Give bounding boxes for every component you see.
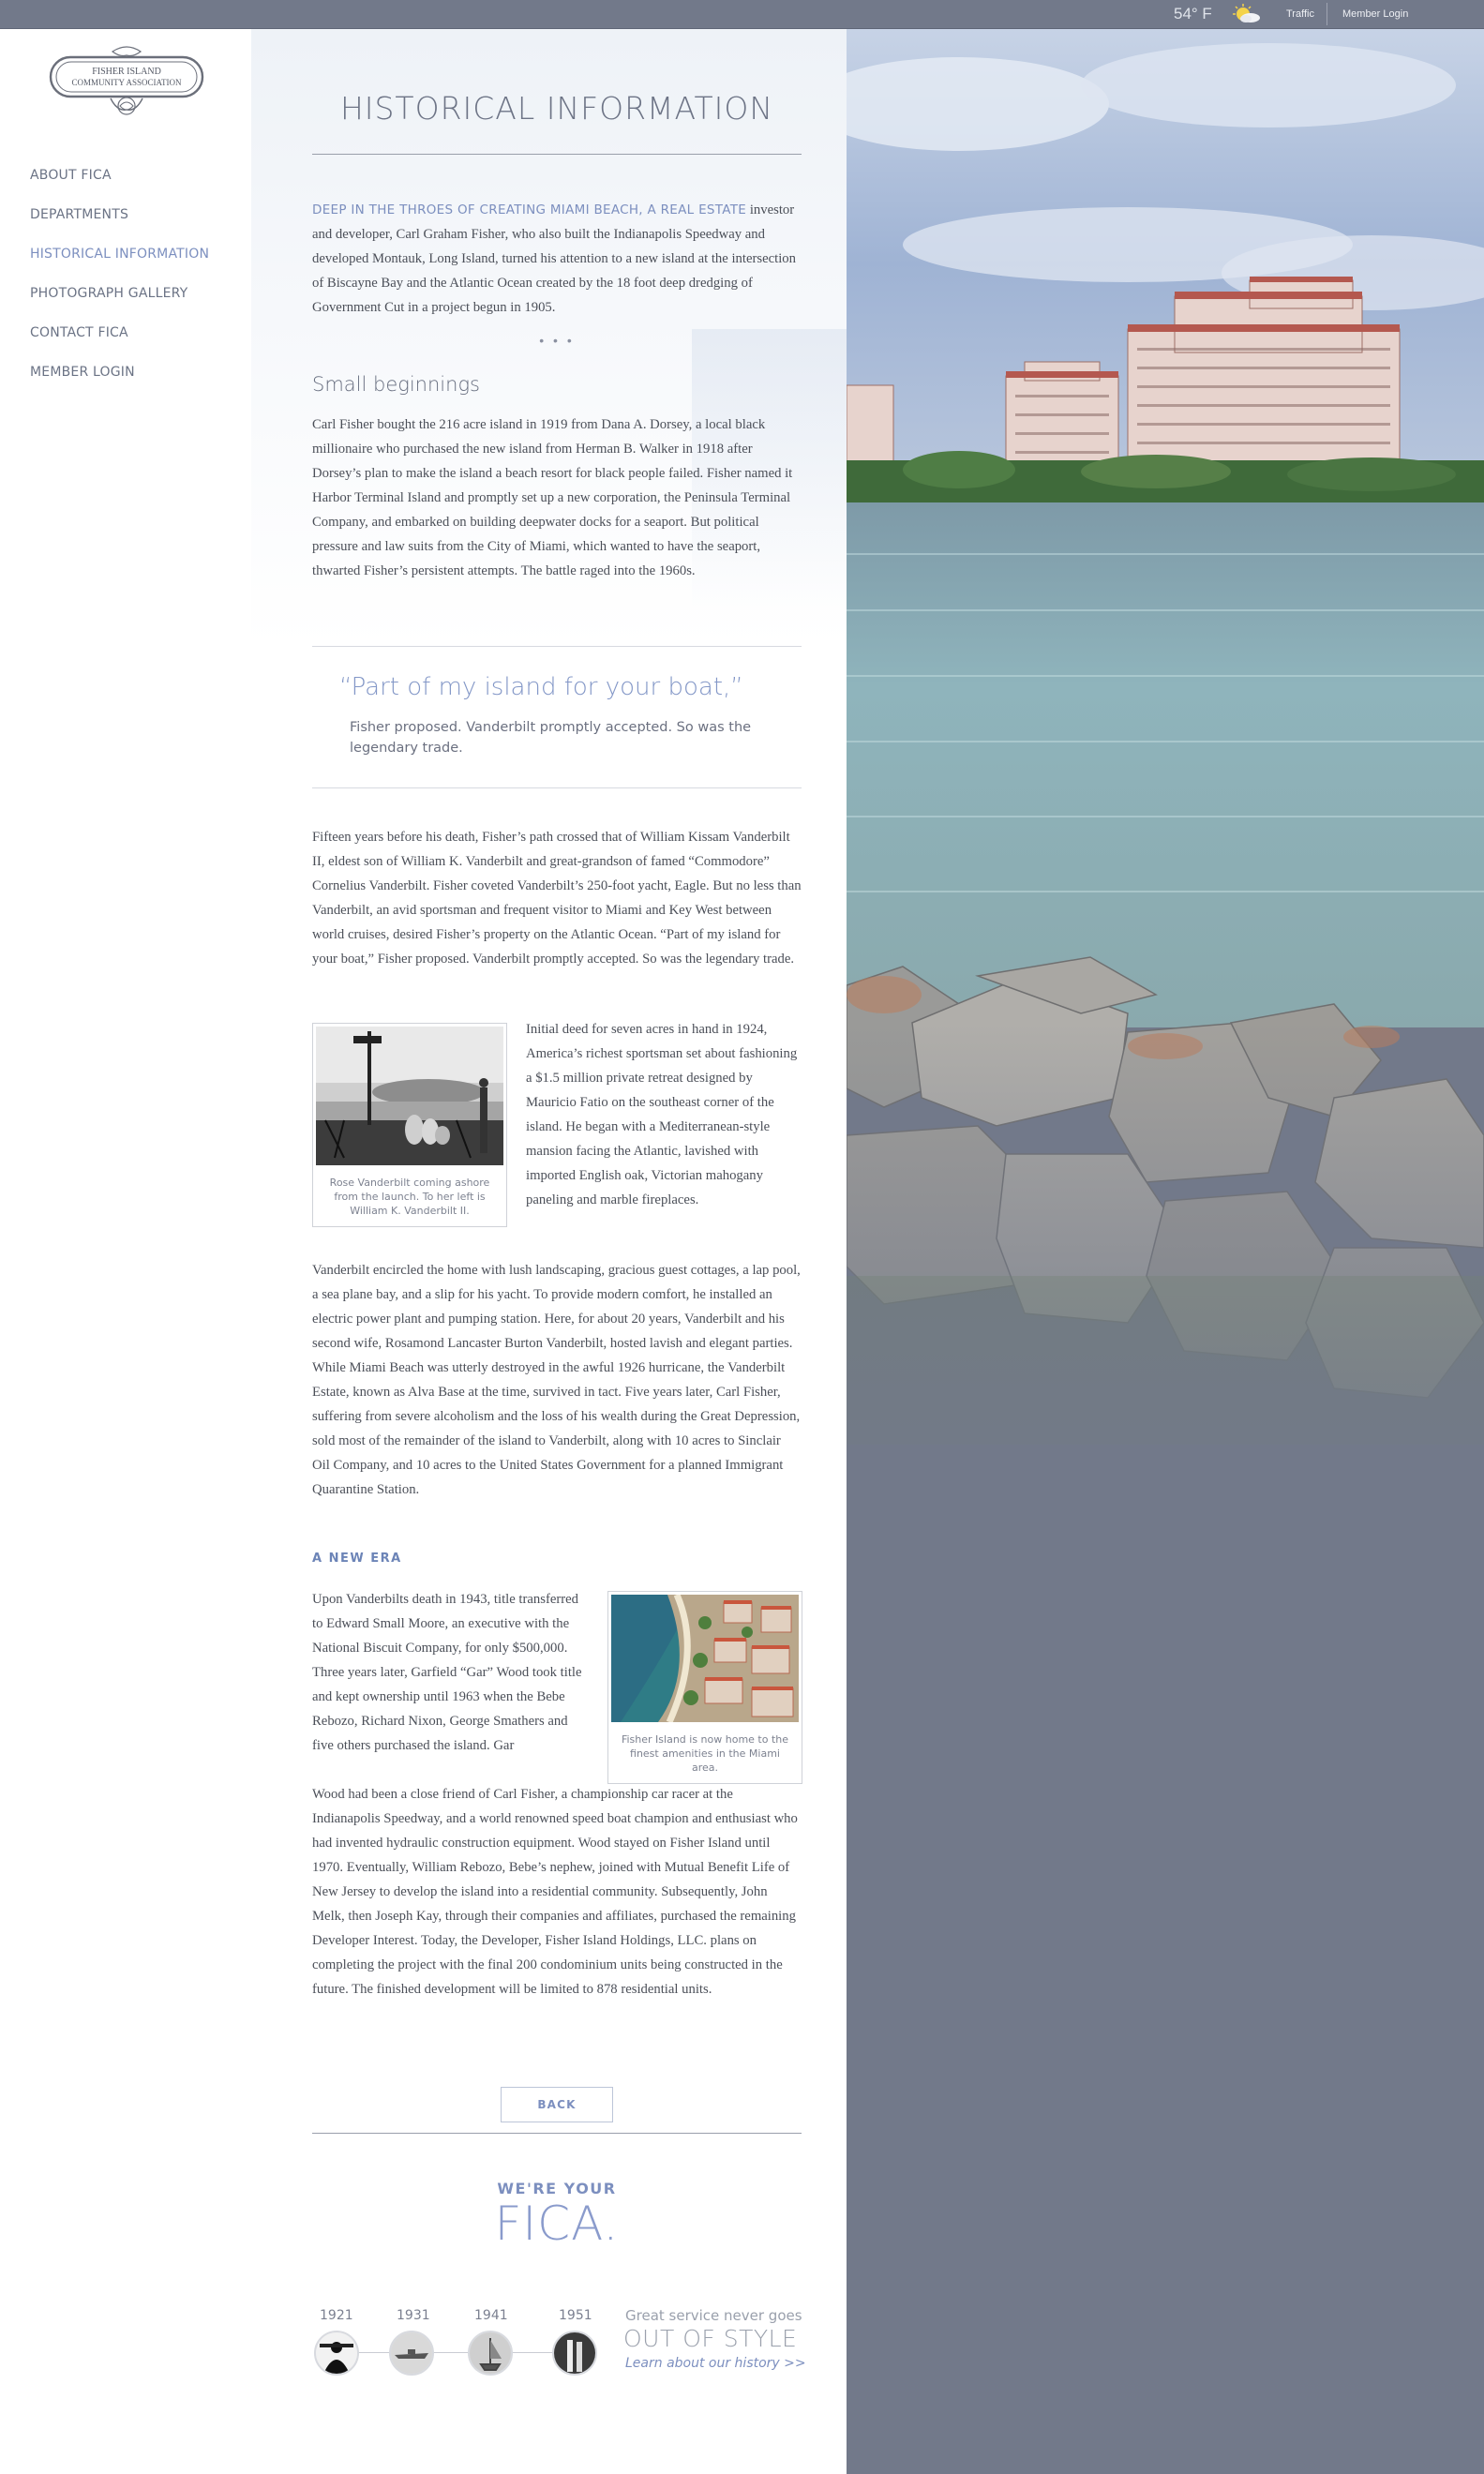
nav-item-member-login[interactable]: MEMBER LOGIN (30, 352, 209, 392)
timeline-photo-1941[interactable] (468, 2331, 513, 2376)
intro-paragraph: DEEP IN THE THROES OF CREATING MIAMI BEA… (312, 198, 802, 320)
footer-divider (312, 2133, 802, 2134)
logo-line2: COMMUNITY ASSOCIATION (72, 78, 182, 87)
sidebar: FISHER ISLAND COMMUNITY ASSOCIATION ABOU… (0, 29, 251, 2474)
pull-quote-subtext: Fisher proposed. Vanderbilt promptly acc… (350, 720, 752, 756)
were-your-heading: WE'RE YOUR (497, 2180, 617, 2197)
section-small-beginnings-title: Small beginnings (312, 373, 480, 396)
intro-lead-caps: DEEP IN THE THROES OF CREATING MIAMI BEA… (312, 202, 747, 217)
intro-text: investor and developer, Carl Graham Fish… (312, 202, 796, 315)
top-bar: 54° F Traffic Member Login (0, 0, 1484, 29)
nav-item-historical[interactable]: HISTORICAL INFORMATION (30, 234, 209, 274)
figure-rose-vanderbilt: Rose Vanderbilt coming ashore from the l… (312, 1023, 507, 1227)
nav-item-contact[interactable]: CONTACT FICA (30, 313, 209, 352)
nav-item-departments[interactable]: DEPARTMENTS (30, 195, 209, 234)
rose-vanderbilt-photo[interactable] (316, 1027, 503, 1165)
timeline-photo-1921[interactable] (314, 2331, 359, 2376)
temperature: 54° F (1174, 5, 1212, 22)
new-era-paragraph-part1: Upon Vanderbilts death in 1943, title tr… (312, 1592, 582, 1753)
figure-rose-vanderbilt-caption: Rose Vanderbilt coming ashore from the l… (329, 1177, 490, 1217)
figure-fisher-island-aerial: Fisher Island is now home to the finest … (607, 1591, 802, 1784)
out-of-style-text: OUT OF STYLE (623, 2325, 798, 2352)
title-divider (312, 154, 802, 155)
vanderbilt-estate-paragraph: Vanderbilt encircled the home with lush … (312, 1263, 801, 1497)
quote-top-divider (312, 646, 802, 647)
figure-fisher-island-caption: Fisher Island is now home to the finest … (621, 1733, 789, 1774)
nav-item-about[interactable]: ABOUT FICA (30, 156, 209, 195)
section-new-era-title: A NEW ERA (312, 1552, 402, 1566)
page-title: HISTORICAL INFORMATION (339, 90, 774, 127)
timeline-photo-1951[interactable] (552, 2331, 597, 2376)
nav-item-gallery[interactable]: PHOTOGRAPH GALLERY (30, 274, 209, 313)
vanderbilt-paragraph: Fifteen years before his death, Fisher’s… (312, 830, 802, 967)
quote-bottom-divider (312, 787, 802, 788)
timeline-line (340, 2352, 584, 2353)
great-service-text: Great service never goes (625, 2307, 802, 2324)
hero-photo (847, 29, 1484, 2474)
back-button[interactable]: BACK (501, 2087, 613, 2122)
fica-heading: FICA. (494, 2197, 620, 2251)
member-login-link[interactable]: Member Login (1342, 7, 1408, 22)
timeline-photo-1931[interactable] (389, 2331, 434, 2376)
timeline-year-1941: 1941 (474, 2308, 508, 2323)
learn-history-link[interactable]: Learn about our history >> (625, 2356, 806, 2371)
timeline-year-1951: 1951 (559, 2308, 592, 2323)
traffic-link[interactable]: Traffic (1286, 7, 1314, 22)
section-dots: • • • (539, 333, 575, 348)
new-era-paragraph-part2: Wood had been a close friend of Carl Fis… (312, 1787, 798, 1997)
main-nav: ABOUT FICA DEPARTMENTS HISTORICAL INFORM… (30, 156, 209, 392)
island-scene-image (847, 29, 1484, 1529)
logo-line1: FISHER ISLAND (92, 67, 161, 77)
timeline-year-1931: 1931 (397, 2308, 430, 2323)
initial-deed-paragraph: Initial deed for seven acres in hand in … (526, 1022, 798, 1207)
partly-sunny-icon (1233, 4, 1260, 22)
timeline-year-1921: 1921 (320, 2308, 353, 2323)
fisher-island-aerial-photo[interactable] (611, 1593, 799, 1724)
fica-logo[interactable]: FISHER ISLAND COMMUNITY ASSOCIATION (47, 44, 206, 128)
pull-quote: “Part of my island for your boat,” (339, 673, 743, 701)
small-beginnings-paragraph: Carl Fisher bought the 216 acre island i… (312, 417, 793, 578)
